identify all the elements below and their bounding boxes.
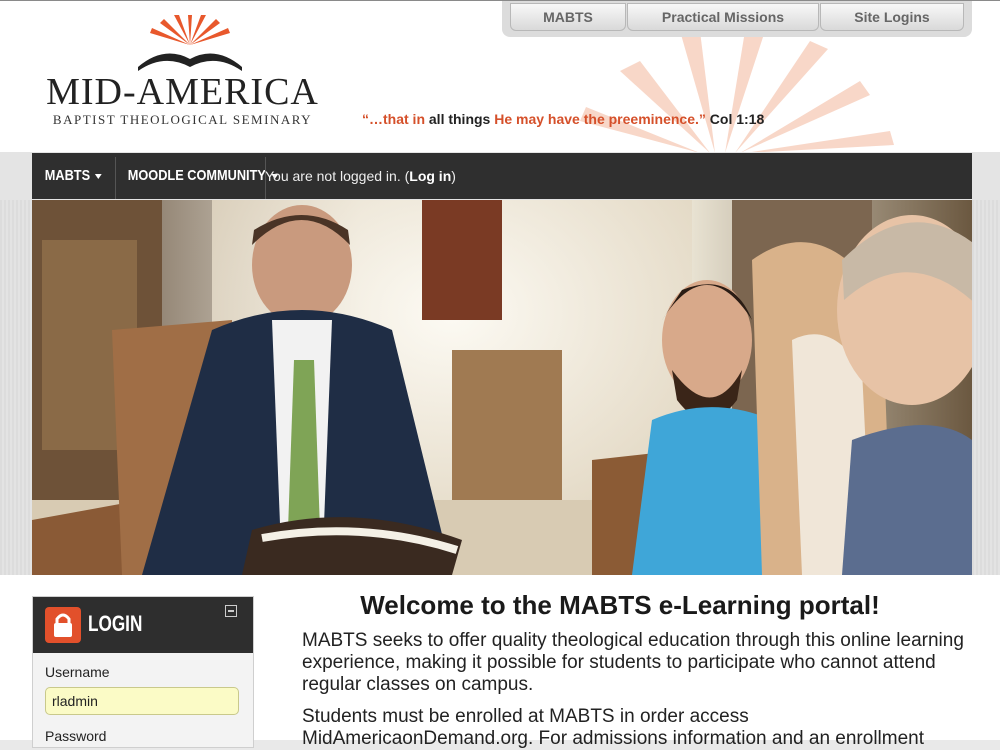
logo-subtitle: BAPTIST THEOLOGICAL SEMINARY bbox=[52, 112, 313, 127]
nav-menu-moodle-community-label: MOODLE COMMUNITY bbox=[127, 167, 266, 184]
top-links-bar: MABTS Practical Missions Site Logins bbox=[502, 1, 972, 37]
login-status-suffix: ) bbox=[451, 168, 456, 184]
hero-photo bbox=[32, 200, 972, 575]
intro-paragraph: MABTS seeks to offer quality theological… bbox=[302, 630, 964, 695]
logo-wordmark: MID-AMERICA bbox=[46, 71, 319, 113]
login-status-prefix: You are not logged in. ( bbox=[265, 168, 410, 184]
site-header: MID-AMERICA BAPTIST THEOLOGICAL SEMINARY… bbox=[0, 0, 1000, 153]
welcome-heading: Welcome to the MABTS e-Learning portal! bbox=[360, 590, 880, 620]
top-link-site-logins[interactable]: Site Logins bbox=[820, 3, 964, 31]
main-navbar: MABTS MOODLE COMMUNITY You are not logge… bbox=[32, 153, 972, 199]
password-label: Password bbox=[45, 728, 107, 744]
collapse-icon[interactable] bbox=[225, 605, 237, 617]
top-link-practical-missions[interactable]: Practical Missions bbox=[627, 3, 819, 31]
login-block-header: LOGIN bbox=[33, 597, 253, 653]
top-link-mabts[interactable]: MABTS bbox=[510, 3, 626, 31]
login-block: LOGIN Username Password bbox=[32, 596, 254, 748]
tagline-quote-start: “…that in bbox=[362, 111, 425, 127]
login-status: You are not logged in. (Log in) bbox=[265, 153, 456, 199]
username-label: Username bbox=[45, 664, 110, 680]
open-book-icon bbox=[138, 15, 242, 71]
nav-menu-mabts[interactable]: MABTS bbox=[32, 153, 115, 199]
username-input[interactable] bbox=[45, 687, 239, 715]
lock-icon bbox=[45, 607, 81, 643]
tagline-reference: Col 1:18 bbox=[709, 111, 765, 127]
sunburst-decoration bbox=[580, 31, 894, 153]
tagline-quote-end: He may have the preeminence.” bbox=[494, 111, 706, 127]
log-in-link[interactable]: Log in bbox=[409, 168, 451, 184]
login-block-title: LOGIN bbox=[88, 611, 143, 636]
nav-menu-mabts-label: MABTS bbox=[44, 167, 91, 184]
enrollment-paragraph: Students must be enrolled at MABTS in or… bbox=[302, 706, 925, 749]
scripture-tagline: “…that in all things He may have the pre… bbox=[362, 111, 764, 127]
tagline-quote-mid: all things bbox=[428, 111, 491, 127]
caret-down-icon bbox=[95, 173, 102, 179]
seminary-logo[interactable]: MID-AMERICA BAPTIST THEOLOGICAL SEMINARY bbox=[40, 15, 330, 130]
hero-photo-illustration bbox=[32, 200, 972, 575]
